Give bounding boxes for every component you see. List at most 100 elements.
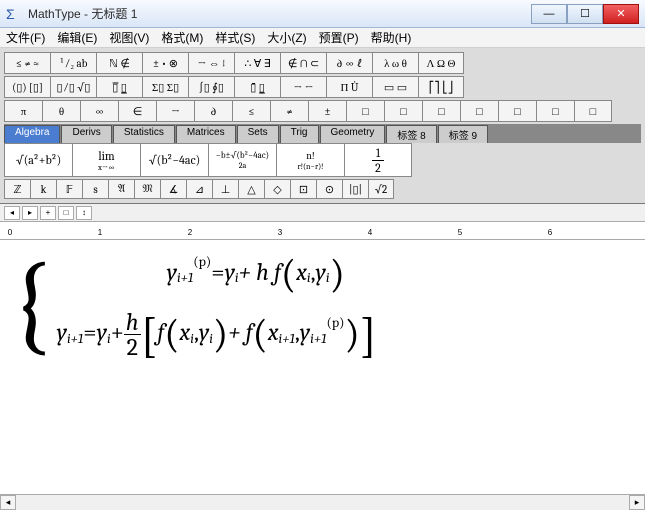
sm-angle[interactable]: ∡ (160, 179, 186, 199)
palette-row-2: (▯) [▯] ▯⁄▯ √▯ ▯̅ ▯̲ Σ▯ Σ▯ ∫▯ ∮▯ ▯̄ ▯̲ →… (4, 76, 641, 98)
pal-fractions[interactable]: ▯⁄▯ √▯ (50, 76, 96, 98)
pal-embellish[interactable]: ℕ ∉ (96, 52, 142, 74)
tpl-half[interactable]: 12 (344, 143, 412, 177)
pal-spaces[interactable]: ¹⁄₂ ab (50, 52, 96, 74)
menu-edit[interactable]: 编辑(E) (57, 29, 97, 46)
sm-tri[interactable]: △ (238, 179, 264, 199)
sm-a[interactable]: 𝔄 (108, 179, 134, 199)
sym-slot-5[interactable]: □ (498, 100, 536, 122)
sym-slot-3[interactable]: □ (422, 100, 460, 122)
tab-8[interactable]: 标签 8 (386, 125, 436, 143)
pal-scripts[interactable]: ▯̅ ▯̲ (96, 76, 142, 98)
window-buttons: — ☐ ✕ (531, 4, 639, 24)
sm-s[interactable]: s (82, 179, 108, 199)
menu-preferences[interactable]: 预置(P) (319, 29, 359, 46)
sym-pm[interactable]: ± (308, 100, 346, 122)
close-button[interactable]: ✕ (603, 4, 639, 24)
sym-partial[interactable]: ∂ (194, 100, 232, 122)
pal-arrows[interactable]: → ⇔ ↓ (188, 52, 234, 74)
pal-sums[interactable]: Σ▯ Σ▯ (142, 76, 188, 98)
tab-trig[interactable]: Trig (280, 125, 319, 143)
sym-pi[interactable]: π (4, 100, 42, 122)
sym-slot-4[interactable]: □ (460, 100, 498, 122)
sym-theta[interactable]: θ (42, 100, 80, 122)
menu-size[interactable]: 大小(Z) (267, 29, 306, 46)
sm-z[interactable]: ℤ (4, 179, 30, 199)
tab-algebra[interactable]: Algebra (4, 125, 60, 143)
menu-file[interactable]: 文件(F) (6, 29, 45, 46)
pal-fences[interactable]: (▯) [▯] (4, 76, 50, 98)
pal-integrals[interactable]: ∫▯ ∮▯ (188, 76, 234, 98)
menu-help[interactable]: 帮助(H) (371, 29, 412, 46)
equation-content: { yi+1(p) = yi + h f ( xi , yi ) yi+1 = … (10, 250, 635, 360)
pal-greek-lower[interactable]: λ ω θ (372, 52, 418, 74)
sym-slot-7[interactable]: □ (574, 100, 612, 122)
sm-sqrt2[interactable]: √2 (368, 179, 394, 199)
sm-diamond[interactable]: ◇ (264, 179, 290, 199)
sym-leq[interactable]: ≤ (232, 100, 270, 122)
pal-products[interactable]: Π U̇ (326, 76, 372, 98)
sm-m[interactable]: 𝔐 (134, 179, 160, 199)
menu-format[interactable]: 格式(M) (161, 29, 203, 46)
pal-labeled-arrows[interactable]: → ← (280, 76, 326, 98)
sm-abs[interactable]: |▯| (342, 179, 368, 199)
sm-rtri[interactable]: ⊿ (186, 179, 212, 199)
tab-matrices[interactable]: Matrices (176, 125, 236, 143)
left-brace: { (10, 250, 53, 360)
pal-greek-upper[interactable]: Λ Ω Θ (418, 52, 464, 74)
tab-geometry[interactable]: Geometry (320, 125, 386, 143)
scroll-track[interactable] (16, 495, 629, 510)
tpl-sqrt-sum[interactable]: √(a²+b²) (4, 143, 72, 177)
size-bar: ◂ ▸ + □ ↕ (0, 204, 645, 222)
sym-infty[interactable]: ∞ (80, 100, 118, 122)
pal-logical[interactable]: ∴ ∀ ∃ (234, 52, 280, 74)
tool-palette: ≤ ≠ ≈ ¹⁄₂ ab ℕ ∉ ± • ⊗ → ⇔ ↓ ∴ ∀ ∃ ∉ ∩ ⊂… (0, 48, 645, 204)
ruler[interactable]: 0 1 2 3 4 5 6 (0, 222, 645, 240)
tab-9[interactable]: 标签 9 (438, 125, 488, 143)
size-updown[interactable]: ↕ (76, 206, 92, 220)
sm-f[interactable]: 𝔽 (56, 179, 82, 199)
pal-boxes[interactable]: ⎡⎤ ⎣⎦ (418, 76, 464, 98)
palette-row-3: π θ ∞ ∈ → ∂ ≤ ≠ ± □ □ □ □ □ □ □ (4, 100, 641, 122)
sym-neq[interactable]: ≠ (270, 100, 308, 122)
pal-settheory[interactable]: ∉ ∩ ⊂ (280, 52, 326, 74)
tab-sets[interactable]: Sets (237, 125, 279, 143)
tab-bar: Algebra Derivs Statistics Matrices Sets … (4, 124, 641, 143)
tab-derivs[interactable]: Derivs (61, 125, 111, 143)
tpl-combination[interactable]: n!r!(n−r)! (276, 143, 344, 177)
menu-view[interactable]: 视图(V) (109, 29, 149, 46)
scroll-left-icon[interactable]: ◂ (0, 495, 16, 510)
maximize-button[interactable]: ☐ (567, 4, 603, 24)
sm-circdot[interactable]: ⊙ (316, 179, 342, 199)
sym-slot-6[interactable]: □ (536, 100, 574, 122)
sym-slot-1[interactable]: □ (346, 100, 384, 122)
sym-in[interactable]: ∈ (118, 100, 156, 122)
tpl-limit[interactable]: limx→∞ (72, 143, 140, 177)
pal-relational[interactable]: ≤ ≠ ≈ (4, 52, 50, 74)
equation-editor[interactable]: { yi+1(p) = yi + h f ( xi , yi ) yi+1 = … (0, 240, 645, 494)
sm-k[interactable]: k (30, 179, 56, 199)
equation-line-1: yi+1(p) = yi + h f ( xi , yi ) (57, 254, 377, 290)
sym-slot-2[interactable]: □ (384, 100, 422, 122)
tpl-quadratic[interactable]: −b±√(b²−4ac)2a (208, 143, 276, 177)
horizontal-scrollbar[interactable]: ◂ ▸ (0, 494, 645, 510)
palette-row-1: ≤ ≠ ≈ ¹⁄₂ ab ℕ ∉ ± • ⊗ → ⇔ ↓ ∴ ∀ ∃ ∉ ∩ ⊂… (4, 52, 641, 74)
size-prev[interactable]: ◂ (4, 206, 20, 220)
scroll-right-icon[interactable]: ▸ (629, 495, 645, 510)
pal-bars[interactable]: ▯̄ ▯̲ (234, 76, 280, 98)
size-box[interactable]: □ (58, 206, 74, 220)
pal-misc[interactable]: ∂ ∞ ℓ (326, 52, 372, 74)
sym-arrow[interactable]: → (156, 100, 194, 122)
pal-matrices[interactable]: ▭ ▭ (372, 76, 418, 98)
size-next[interactable]: ▸ (22, 206, 38, 220)
svg-text:Σ: Σ (6, 6, 15, 22)
tpl-discriminant[interactable]: √(b²−4ac) (140, 143, 208, 177)
menu-style[interactable]: 样式(S) (215, 29, 255, 46)
tab-statistics[interactable]: Statistics (113, 125, 175, 143)
sm-sqdot[interactable]: ⊡ (290, 179, 316, 199)
sm-perp[interactable]: ⊥ (212, 179, 238, 199)
app-icon: Σ (6, 6, 22, 22)
minimize-button[interactable]: — (531, 4, 567, 24)
pal-operators[interactable]: ± • ⊗ (142, 52, 188, 74)
size-plus[interactable]: + (40, 206, 56, 220)
